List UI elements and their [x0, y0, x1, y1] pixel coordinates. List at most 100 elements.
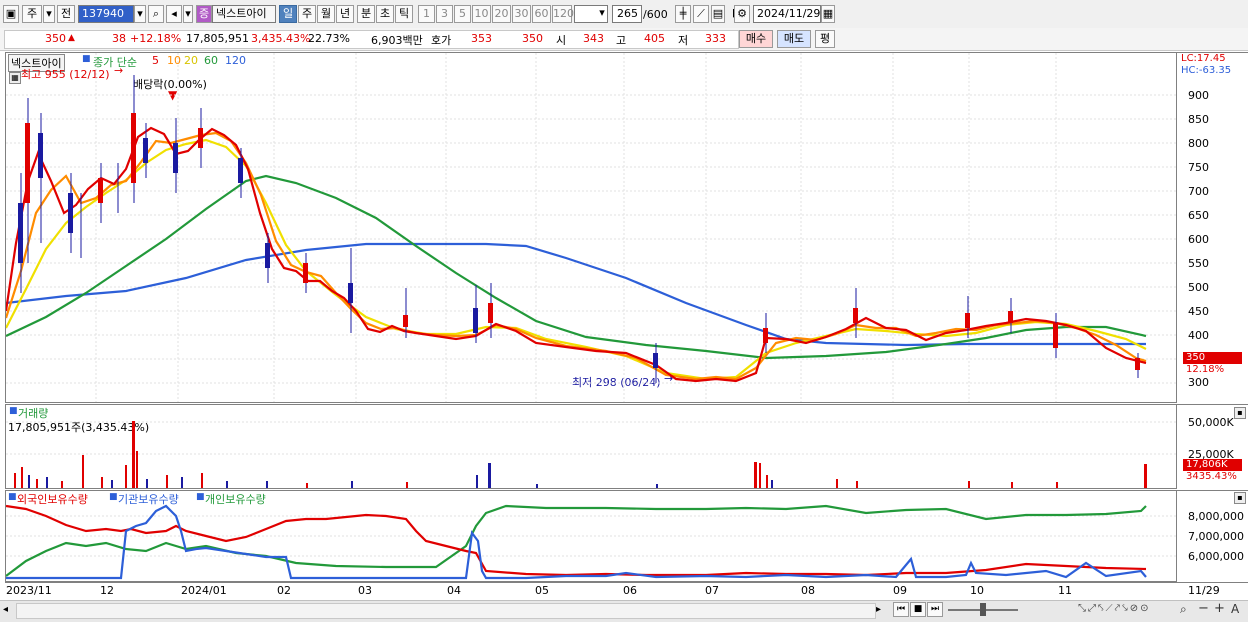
line-type-icon[interactable]: ⟋ [693, 5, 709, 23]
x-label: 02 [277, 584, 291, 597]
price-tick: 800 [1188, 137, 1209, 150]
drawing-tools-icon[interactable]: ⤡⤢⤣⟋⤤⤥⊘⊙ [1078, 603, 1151, 614]
quote-volume-pct: 3,435.43% [251, 32, 311, 45]
chevron-down-icon[interactable]: ▾ [134, 5, 146, 23]
interval-3[interactable]: 3 [436, 5, 453, 23]
tab-period-year[interactable]: 년 [336, 5, 354, 23]
hc-label: HC:-63.35 [1181, 65, 1232, 76]
zoom-slider-handle[interactable] [980, 603, 986, 616]
price-chart [6, 53, 1176, 402]
x-label: 03 [358, 584, 372, 597]
quote-amount: 6,903백만 [371, 34, 423, 47]
up-arrow-icon: ▲ [68, 33, 75, 43]
chevron-down-icon[interactable]: ▾ [43, 5, 55, 23]
price-tick: 650 [1188, 209, 1209, 222]
last-price-tag: 350 [1183, 352, 1242, 364]
toolbar: ▣ 주 ▾ 전 137940 ▾ ⌕ ◂ ▾ 증 넥스트아이 일 주 월 년 분… [0, 0, 1248, 29]
interval-1[interactable]: 1 [418, 5, 435, 23]
interval-30[interactable]: 30 [512, 5, 531, 23]
price-tick: 400 [1188, 329, 1209, 342]
font-size-icon[interactable]: A [1231, 602, 1239, 616]
interval-120[interactable]: 120 [552, 5, 574, 23]
price-tick: 300 [1188, 376, 1209, 389]
quote-hoga-label: 호가 [431, 34, 452, 47]
last-pct-tag: 12.18% [1186, 364, 1225, 375]
buy-button[interactable]: 매수 [739, 30, 773, 48]
candle-wicks [20, 75, 1139, 383]
volume-chart [6, 421, 1176, 488]
stock-code-input[interactable]: 137940 [78, 5, 134, 23]
candle-type-icon[interactable]: ╪ [675, 5, 691, 23]
volume-last-pct: 3435.43% [1186, 471, 1237, 482]
x-label: 06 [623, 584, 637, 597]
sell-button[interactable]: 매도 [777, 30, 811, 48]
zoom-in-icon[interactable]: ⌕ [1180, 602, 1187, 617]
count-total: /600 [643, 8, 668, 21]
search-icon[interactable]: ⌕ [148, 5, 164, 23]
x-label: 2024/01 [181, 584, 227, 597]
chevron-down-icon[interactable]: ▾ [596, 5, 608, 23]
period-code-select[interactable]: 주 [22, 5, 42, 23]
lc-label: LC:17.45 [1181, 53, 1226, 64]
close-pane-icon[interactable]: ▪ [1234, 492, 1246, 504]
plus-icon[interactable]: + [1214, 601, 1225, 616]
interval-10[interactable]: 10 [472, 5, 491, 23]
x-label: 12 [100, 584, 114, 597]
scroll-right-icon[interactable]: ▸ [876, 604, 888, 616]
holding-tick: 6,000,000 [1188, 550, 1244, 563]
average-button[interactable]: 평 [815, 30, 835, 48]
tab-period-month[interactable]: 월 [317, 5, 335, 23]
tab-period-day[interactable]: 일 [279, 5, 297, 23]
interval-20[interactable]: 20 [492, 5, 511, 23]
x-label: 08 [801, 584, 815, 597]
first-icon[interactable]: ⏮ [893, 602, 909, 617]
quote-open: 343 [583, 32, 604, 45]
tab-period-tick[interactable]: 틱 [395, 5, 413, 23]
quote-low: 333 [705, 32, 726, 45]
x-last-label: 11/29 [1188, 584, 1220, 597]
price-tick: 750 [1188, 161, 1209, 174]
quote-price: 350 [45, 32, 66, 45]
x-label: 11 [1058, 584, 1072, 597]
tab-period-minute[interactable]: 분 [357, 5, 375, 23]
scroll-left-icon[interactable]: ◂ [3, 604, 15, 616]
price-tick: 550 [1188, 257, 1209, 270]
interval-60[interactable]: 60 [532, 5, 551, 23]
price-tick: 700 [1188, 185, 1209, 198]
tab-period-week[interactable]: 주 [298, 5, 316, 23]
quote-high-label: 고 [616, 34, 627, 47]
interval-5[interactable]: 5 [454, 5, 471, 23]
quote-low-label: 저 [678, 34, 689, 47]
quote-open-label: 시 [556, 34, 567, 47]
scrollbar-track[interactable] [16, 603, 876, 619]
price-tick: 850 [1188, 113, 1209, 126]
calendar-icon[interactable]: ▦ [821, 5, 835, 23]
date-input[interactable]: 2024/11/29 [753, 5, 821, 23]
stock-name: 넥스트아이 [212, 5, 276, 23]
gear-icon[interactable]: ⚙ [734, 5, 750, 23]
stop-icon[interactable]: ■ [910, 602, 926, 617]
tab-period-second[interactable]: 초 [376, 5, 394, 23]
count-input[interactable]: 265 [612, 5, 642, 23]
compare-button[interactable]: 전 [57, 5, 75, 23]
x-label: 05 [535, 584, 549, 597]
quote-bid: 353 [471, 32, 492, 45]
close-pane-icon[interactable]: ▪ [1234, 407, 1246, 419]
next-icon[interactable]: ⏭ [927, 602, 943, 617]
quote-ask: 350 [522, 32, 543, 45]
price-tick: 450 [1188, 305, 1209, 318]
quote-change-pct: +12.18% [130, 32, 182, 45]
quote-turnover: 22.73% [308, 32, 350, 45]
speaker-icon[interactable]: ◂ [166, 5, 182, 23]
quote-change: 38 [112, 32, 126, 45]
x-label: 09 [893, 584, 907, 597]
quote-bar: 350 ▲ 38 +12.18% 17,805,951 3,435.43% 22… [0, 28, 1248, 51]
holding-tick: 8,000,000 [1188, 510, 1244, 523]
save-icon[interactable]: ▤ [711, 5, 725, 23]
quote-volume: 17,805,951 [186, 32, 249, 45]
minus-icon[interactable]: − [1198, 601, 1209, 616]
layout-icon[interactable]: ▣ [3, 5, 19, 23]
x-label: 2023/11 [6, 584, 52, 597]
holdings-chart [6, 504, 1176, 580]
chevron-down-icon[interactable]: ▾ [183, 5, 193, 23]
